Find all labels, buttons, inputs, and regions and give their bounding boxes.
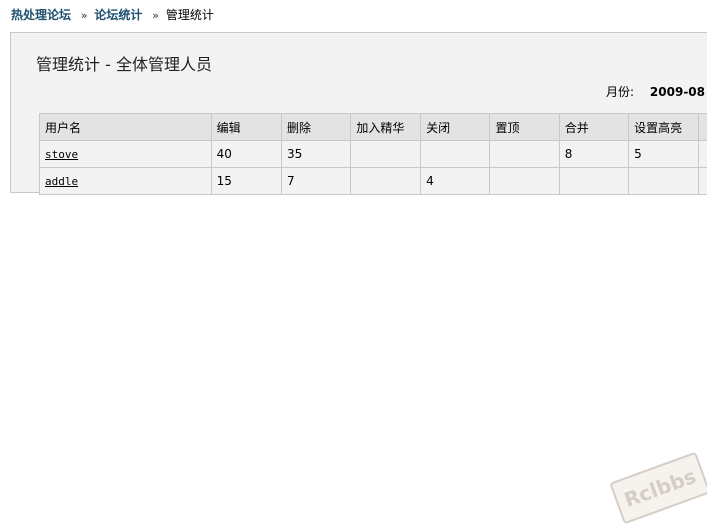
cell-highlight: 5 (629, 141, 699, 168)
cell-overflow (698, 168, 707, 195)
cell-overflow (698, 141, 707, 168)
header-username: 用户名 (40, 114, 212, 141)
cell-delete: 35 (281, 141, 350, 168)
cell-digest (351, 141, 421, 168)
cell-delete: 7 (281, 168, 350, 195)
moderator-stats-table: 用户名 编辑 删除 加入精华 关闭 置顶 合并 设置高亮 stove 40 35… (39, 113, 707, 195)
breadcrumb-separator: » (81, 9, 88, 22)
table-row: addle 15 7 4 (40, 168, 707, 195)
header-sticky: 置顶 (490, 114, 559, 141)
cell-username: addle (40, 168, 212, 195)
table-row: stove 40 35 8 5 (40, 141, 707, 168)
page-title: 管理统计 - 全体管理人员 (36, 51, 212, 75)
cell-merge (559, 168, 628, 195)
cell-edit: 15 (211, 168, 281, 195)
cell-digest (351, 168, 421, 195)
header-close: 关闭 (421, 114, 490, 141)
header-merge: 合并 (559, 114, 628, 141)
cell-username: stove (40, 141, 212, 168)
table-header-row: 用户名 编辑 删除 加入精华 关闭 置顶 合并 设置高亮 (40, 114, 707, 141)
month-indicator: 月份: 2009-08 (606, 83, 705, 100)
breadcrumb: 热处理论坛 » 论坛统计 » 管理统计 (11, 6, 214, 23)
month-label: 月份: (606, 85, 634, 99)
cell-sticky (490, 141, 559, 168)
header-overflow (698, 114, 707, 141)
month-value: 2009-08 (650, 85, 705, 99)
stats-panel: 管理统计 - 全体管理人员 月份: 2009-08 用户名 编辑 删除 加入精华… (10, 32, 707, 193)
cell-merge: 8 (559, 141, 628, 168)
header-highlight: 设置高亮 (629, 114, 699, 141)
watermark-logo: Rclbbs (609, 452, 707, 524)
cell-edit: 40 (211, 141, 281, 168)
header-digest: 加入精华 (351, 114, 421, 141)
cell-sticky (490, 168, 559, 195)
header-delete: 删除 (281, 114, 350, 141)
breadcrumb-stats-link[interactable]: 论坛统计 (94, 8, 142, 22)
breadcrumb-forum-link[interactable]: 热处理论坛 (11, 8, 71, 22)
cell-close (421, 141, 490, 168)
user-link[interactable]: stove (45, 148, 78, 161)
breadcrumb-separator: » (152, 9, 159, 22)
user-link[interactable]: addle (45, 175, 78, 188)
cell-close: 4 (421, 168, 490, 195)
cell-highlight (629, 168, 699, 195)
breadcrumb-current: 管理统计 (166, 8, 214, 22)
header-edit: 编辑 (211, 114, 281, 141)
